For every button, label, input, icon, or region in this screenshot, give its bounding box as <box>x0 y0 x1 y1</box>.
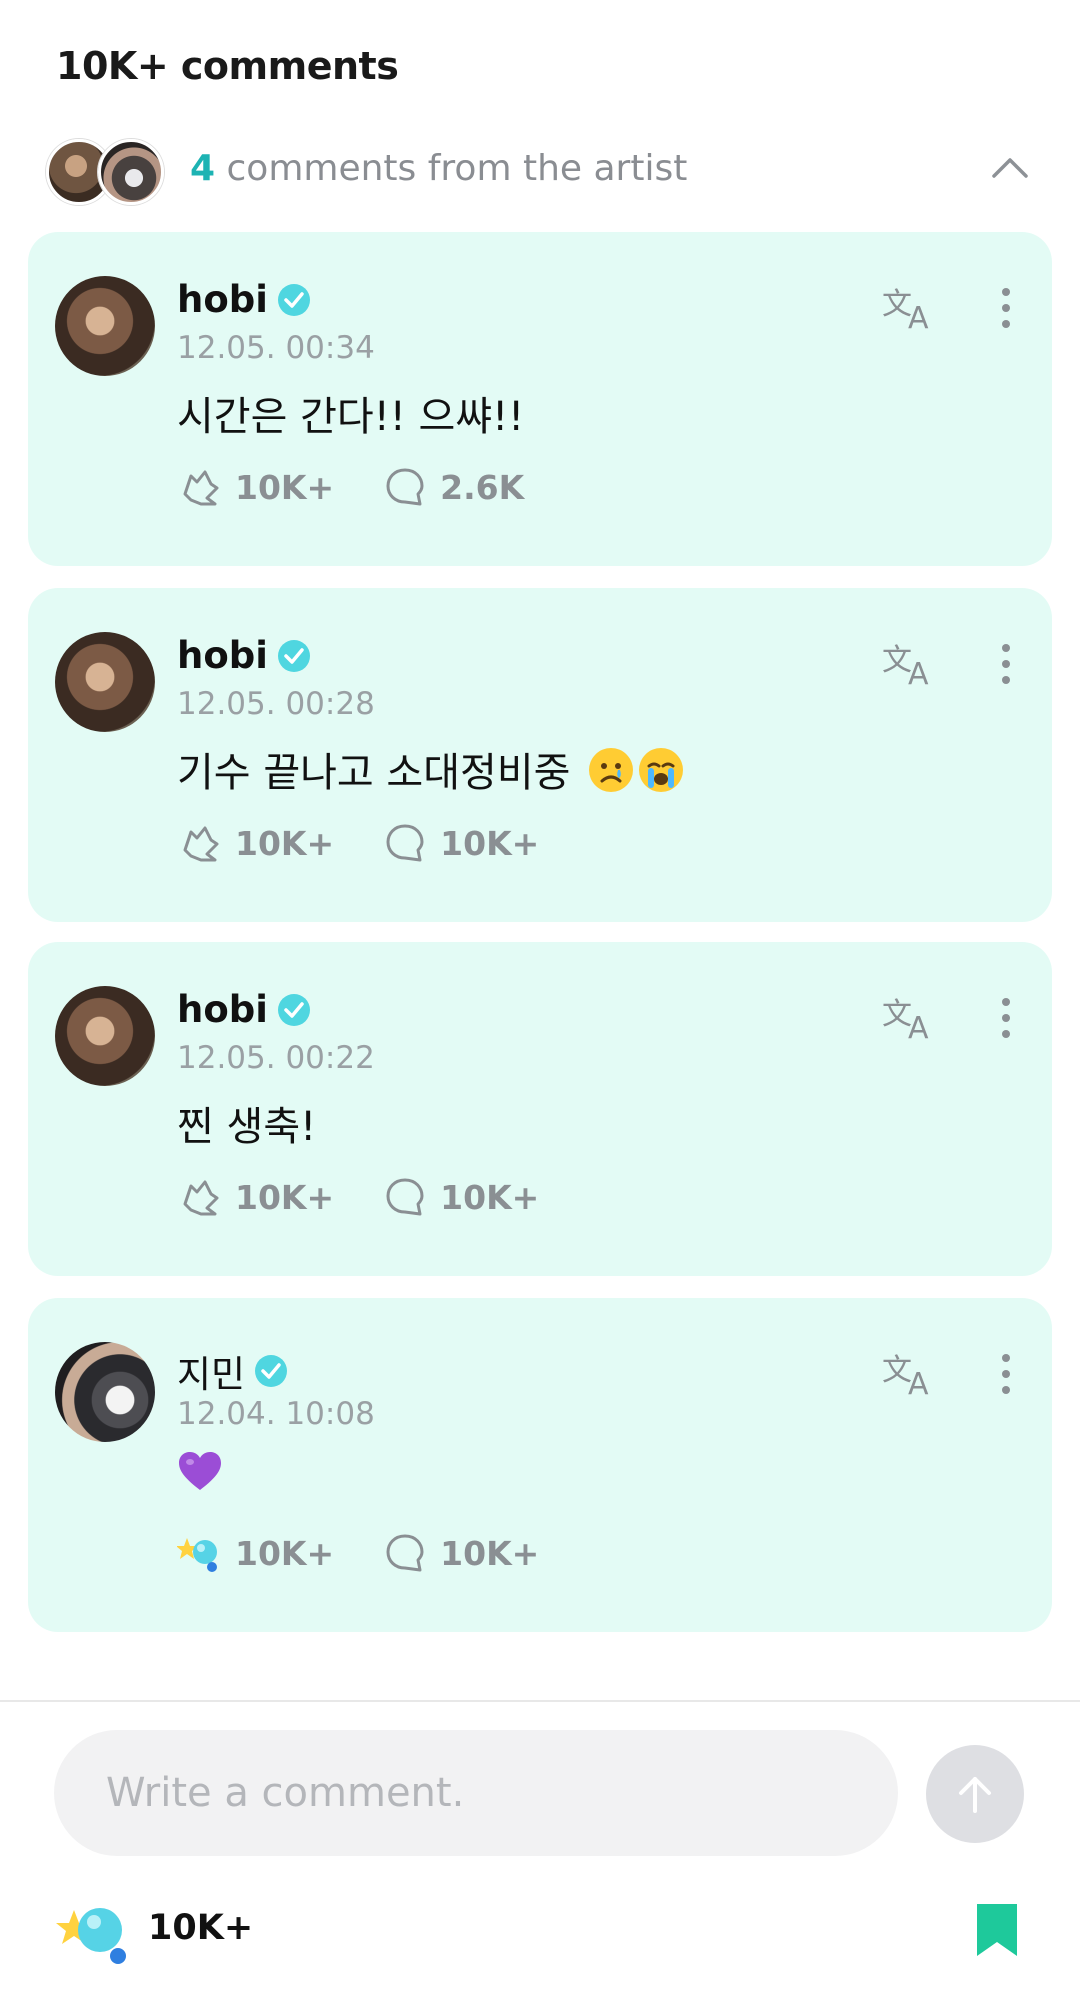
svg-text:A: A <box>908 1011 929 1042</box>
artist-comments-label: 4 comments from the artist <box>190 148 687 189</box>
comment-actions: 10K+ 10K+ <box>177 820 587 866</box>
reply-icon[interactable] <box>382 1174 428 1220</box>
comment-author-row: 지민 <box>177 1344 289 1398</box>
reply-count: 10K+ <box>440 1533 540 1573</box>
translate-icon[interactable]: 文A <box>882 284 940 332</box>
cheer-count: 10K+ <box>235 1177 335 1217</box>
comment-actions: 10K+ 10K+ <box>177 1174 587 1220</box>
comment-author-name[interactable]: hobi <box>177 634 268 677</box>
reply-count: 10K+ <box>440 823 540 863</box>
translate-icon[interactable]: 文A <box>882 994 940 1042</box>
cheer-active-icon[interactable] <box>54 1894 132 1972</box>
comment-card[interactable]: hobi 12.05. 00:28 기수 끝나고 소대정비중 10K+ 10K+… <box>28 588 1052 922</box>
comment-text-row: 기수 끝나고 소대정비중 <box>177 740 684 798</box>
arrow-up-icon <box>959 1777 991 1813</box>
avatar[interactable] <box>55 632 155 732</box>
chevron-up-icon[interactable] <box>986 144 1034 192</box>
reply-count: 2.6K <box>440 467 525 507</box>
comment-text: 찐 생축! <box>177 1104 317 1150</box>
comment-card[interactable]: 지민 12.04. 10:08 10K+ 10K+ 文A <box>28 1298 1052 1632</box>
more-options-icon[interactable] <box>996 284 1016 332</box>
artist-comments-text: comments from the artist <box>215 148 688 189</box>
more-options-icon[interactable] <box>996 1350 1016 1398</box>
avatar[interactable] <box>55 986 155 1086</box>
purple-heart-icon <box>179 1452 221 1490</box>
verified-badge-icon <box>277 283 310 316</box>
translate-icon[interactable]: 文A <box>882 1350 940 1398</box>
bookmark-icon[interactable] <box>975 1902 1019 1958</box>
comment-actions: 10K+ 10K+ <box>177 1530 587 1576</box>
crying-face-icon <box>639 748 684 792</box>
translate-icon[interactable]: 文A <box>882 640 940 688</box>
bottom-bar: 10K+ <box>0 1880 1080 1990</box>
comment-input-placeholder: Write a comment. <box>106 1770 465 1816</box>
comment-author-row: hobi <box>177 278 312 321</box>
comment-text: 시간은 간다!! 으쌰!! <box>177 394 525 440</box>
comment-timestamp: 12.05. 00:22 <box>177 1040 375 1076</box>
verified-badge-icon <box>277 639 310 672</box>
comment-timestamp: 12.05. 00:28 <box>177 686 375 722</box>
cheer-icon[interactable] <box>177 464 223 510</box>
verified-badge-icon <box>255 1355 288 1387</box>
avatar[interactable] <box>55 276 155 376</box>
comment-author-row: hobi <box>177 988 312 1031</box>
comment-author-name[interactable]: hobi <box>177 278 268 321</box>
avatar <box>98 139 164 205</box>
comment-author-row: hobi <box>177 634 312 677</box>
comment-author-name[interactable]: hobi <box>177 988 268 1031</box>
sad-face-icon <box>589 748 634 792</box>
more-options-icon[interactable] <box>996 994 1016 1042</box>
cheer-icon[interactable] <box>177 820 223 866</box>
cheer-count: 10K+ <box>235 467 335 507</box>
svg-text:A: A <box>908 657 929 688</box>
comment-text-row <box>177 1450 223 1502</box>
comment-input[interactable]: Write a comment. <box>54 1730 898 1856</box>
artist-comment-count: 4 <box>190 148 216 189</box>
comment-timestamp: 12.05. 00:34 <box>177 330 375 366</box>
more-options-icon[interactable] <box>996 640 1016 688</box>
cheer-count: 10K+ <box>235 1533 335 1573</box>
verified-badge-icon <box>277 993 310 1026</box>
cheer-icon[interactable] <box>177 1174 223 1220</box>
comment-card[interactable]: hobi 12.05. 00:34 시간은 간다!! 으쌰!! 10K+ 2.6… <box>28 232 1052 566</box>
reply-icon[interactable] <box>382 820 428 866</box>
comment-timestamp: 12.04. 10:08 <box>177 1396 375 1432</box>
cheer-active-icon[interactable] <box>177 1530 223 1576</box>
comment-author-name[interactable]: 지민 <box>177 1344 245 1398</box>
reply-icon[interactable] <box>382 464 428 510</box>
svg-text:A: A <box>908 301 929 332</box>
page-title: 10K+ comments <box>56 44 399 88</box>
comment-text: 기수 끝나고 소대정비중 <box>177 750 584 796</box>
reply-count: 10K+ <box>440 1177 540 1217</box>
avatar[interactable] <box>55 1342 155 1442</box>
divider <box>0 1700 1080 1702</box>
comment-actions: 10K+ 2.6K <box>177 464 572 510</box>
svg-text:A: A <box>908 1367 929 1398</box>
cheer-count: 10K+ <box>148 1908 254 1948</box>
reply-icon[interactable] <box>382 1530 428 1576</box>
comment-card[interactable]: hobi 12.05. 00:22 찐 생축! 10K+ 10K+ 文A <box>28 942 1052 1276</box>
cheer-count: 10K+ <box>235 823 335 863</box>
artist-comments-toggle[interactable]: 4 comments from the artist <box>40 130 1040 210</box>
send-button[interactable] <box>926 1745 1024 1843</box>
